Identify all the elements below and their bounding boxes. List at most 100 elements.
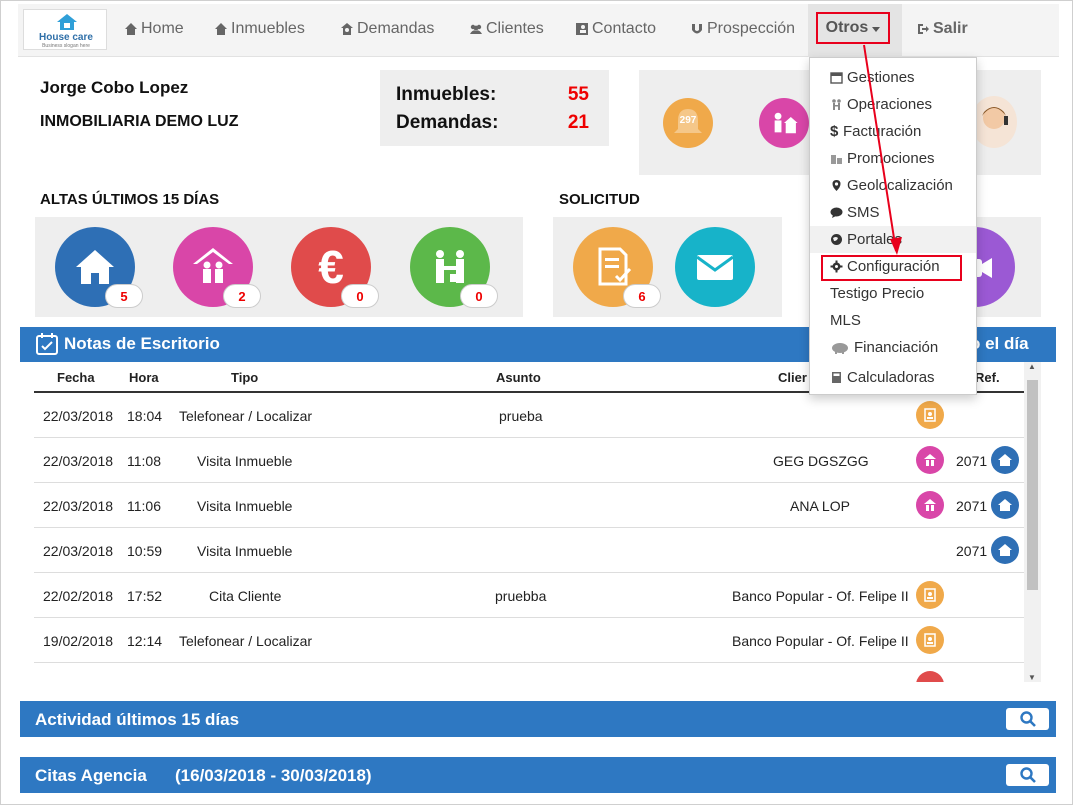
- nav-demandas[interactable]: Demandas: [340, 20, 434, 38]
- citas-search-button[interactable]: [1006, 764, 1049, 786]
- menu-item-label: Financiación: [854, 339, 939, 356]
- menu-item-calculadoras[interactable]: Calculadoras: [810, 364, 976, 391]
- cell-tipo: Visita Inmueble: [197, 453, 293, 469]
- altas-operaciones-count: 0: [460, 284, 498, 308]
- inmuebles-stat-value[interactable]: 55: [568, 84, 589, 106]
- contact-card-icon[interactable]: [916, 581, 944, 609]
- demandas-stat-label: Demandas:: [396, 112, 499, 133]
- headset-person-icon: [982, 107, 1008, 129]
- col-tipo[interactable]: Tipo: [231, 370, 258, 385]
- solicitud-documentos-tile[interactable]: 6: [573, 227, 661, 308]
- scroll-thumb[interactable]: [1027, 380, 1038, 590]
- table-row[interactable]: 22/03/2018 11:08 Visita Inmueble GEG DGS…: [34, 438, 1024, 483]
- search-icon: [1019, 711, 1036, 727]
- caret-down-icon: [872, 26, 881, 32]
- cell-hora: 11:08: [127, 453, 161, 469]
- col-asunto[interactable]: Asunto: [496, 370, 541, 385]
- otros-highlight[interactable]: Otros: [816, 12, 890, 44]
- operations-icon: [832, 99, 841, 110]
- table-row-partial[interactable]: [34, 663, 1024, 682]
- menu-item-mls[interactable]: MLS: [810, 307, 976, 334]
- table-row[interactable]: 22/03/2018 11:06 Visita Inmueble ANA LOP…: [34, 483, 1024, 528]
- notas-title: Notas de Escritorio: [64, 334, 220, 353]
- logo[interactable]: House care Business slogan here: [23, 9, 107, 50]
- nav-contacto-label: Contacto: [592, 20, 657, 37]
- home-icon: [125, 23, 137, 35]
- cell-hora: 10:59: [127, 543, 163, 559]
- contact-card-icon[interactable]: [916, 626, 944, 654]
- altas-operaciones-tile[interactable]: 0: [410, 227, 498, 308]
- person-house-icon: [341, 23, 353, 35]
- table-row[interactable]: 22/03/2018 10:59 Visita Inmueble 2071: [34, 528, 1024, 573]
- nav-clientes[interactable]: Clientes: [469, 20, 544, 38]
- house-icon[interactable]: [991, 491, 1019, 519]
- altas-inmuebles-tile[interactable]: 5: [55, 227, 143, 308]
- contact-card-icon[interactable]: [916, 401, 944, 429]
- nav-contacto[interactable]: Contacto: [575, 20, 656, 38]
- cell-fecha: 19/02/2018: [43, 633, 114, 649]
- solicitud-email-tile[interactable]: [675, 227, 755, 307]
- menu-item-label: Testigo Precio: [830, 285, 925, 302]
- visits-check-button[interactable]: [759, 98, 809, 148]
- house-icon[interactable]: [991, 446, 1019, 474]
- altas-demandas-tile[interactable]: 2: [173, 227, 261, 308]
- cell-tipo: Telefonear / Localizar: [179, 633, 313, 649]
- alarm-bell-button[interactable]: 297: [663, 98, 713, 148]
- buildings-icon: [831, 155, 842, 164]
- family-house-icon[interactable]: [916, 491, 944, 519]
- demandas-stat-value[interactable]: 21: [568, 112, 589, 134]
- menu-item-financiacion[interactable]: Financiación: [810, 334, 976, 361]
- citas-panel-header[interactable]: Citas Agencia (16/03/2018 - 30/03/2018): [20, 757, 1056, 793]
- cell-cliente: Banco Popular - Of. Felipe II: [732, 588, 909, 604]
- col-hora[interactable]: Hora: [129, 370, 159, 385]
- menu-item-testigo-precio[interactable]: Testigo Precio: [810, 280, 976, 307]
- family-house-icon: [193, 248, 233, 283]
- cell-fecha: 22/03/2018: [43, 408, 114, 424]
- actividad-title: Actividad últimos 15 días: [35, 710, 240, 729]
- col-fecha[interactable]: Fecha: [57, 370, 95, 385]
- scroll-down-arrow-icon[interactable]: ▼: [1028, 673, 1036, 682]
- nav-salir-label: Salir: [933, 20, 968, 37]
- house-icon: [215, 23, 227, 35]
- cell-hora: 12:14: [127, 633, 163, 649]
- envelope-icon: [696, 255, 734, 280]
- map-marker-icon: [832, 180, 841, 191]
- nav-salir[interactable]: Salir: [916, 20, 968, 38]
- nav-demandas-label: Demandas: [357, 20, 435, 37]
- solicitud-tiles-box: 6: [553, 217, 782, 317]
- annotation-arrow-icon: [863, 44, 902, 255]
- actividad-panel-header[interactable]: Actividad últimos 15 días: [20, 701, 1056, 737]
- users-icon: [470, 24, 482, 34]
- col-ref[interactable]: Ref.: [975, 370, 1000, 385]
- cell-cliente: ANA LOP: [790, 498, 850, 514]
- nav-inmuebles[interactable]: Inmuebles: [214, 20, 305, 38]
- house-icon[interactable]: [991, 536, 1019, 564]
- table-scrollbar[interactable]: ▲ ▼: [1024, 362, 1041, 682]
- nav-home-label: Home: [141, 20, 184, 37]
- sign-out-icon: [918, 24, 929, 34]
- cell-hora: 18:04: [127, 408, 163, 424]
- menu-item-label: Calculadoras: [847, 369, 935, 386]
- contact-card-icon: [576, 23, 588, 35]
- speech-bubble-icon: [830, 207, 843, 218]
- actividad-search-button[interactable]: [1006, 708, 1049, 730]
- table-row[interactable]: 19/02/2018 12:14 Telefonear / Localizar …: [34, 618, 1024, 663]
- col-cliente[interactable]: Clier: [778, 370, 807, 385]
- scroll-up-arrow-icon[interactable]: ▲: [1028, 362, 1036, 371]
- notas-table: Fecha Hora Tipo Asunto Clier Ref. 22/03/…: [34, 362, 1042, 682]
- cell-fecha: 22/03/2018: [43, 453, 114, 469]
- piggy-bank-icon: [832, 343, 848, 354]
- nav-prospeccion[interactable]: Prospección: [690, 20, 795, 38]
- family-house-icon[interactable]: [916, 446, 944, 474]
- support-avatar[interactable]: [971, 96, 1017, 148]
- alarm-count: 297: [679, 115, 697, 126]
- nav-home[interactable]: Home: [124, 20, 184, 38]
- euro-icon: €: [318, 241, 344, 293]
- calculator-icon: [832, 372, 841, 383]
- table-row[interactable]: 22/02/2018 17:52 Cita Cliente pruebba Ba…: [34, 573, 1024, 618]
- altas-facturacion-tile[interactable]: € 0: [291, 227, 379, 308]
- family-house-icon[interactable]: [916, 671, 944, 682]
- document-check-icon: [598, 247, 632, 286]
- cell-fecha: 22/03/2018: [43, 543, 114, 559]
- table-row[interactable]: 22/03/2018 18:04 Telefonear / Localizar …: [34, 393, 1024, 438]
